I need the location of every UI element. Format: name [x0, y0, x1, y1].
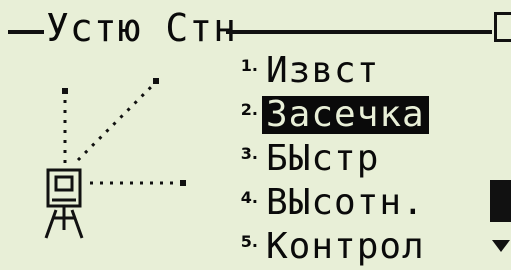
corner-edge-icon: [494, 12, 511, 42]
sight-line-diagonal: [76, 84, 154, 162]
menu-item-height[interactable]: 4. ВЫсотн.: [218, 184, 429, 226]
menu-item-check[interactable]: 5. Контрол: [218, 228, 429, 270]
lock-icon: [490, 180, 511, 222]
scroll-down-icon[interactable]: [492, 240, 510, 252]
title-divider-left: [8, 30, 44, 34]
station-setup-screen: Устю Стн 1. Извст 2. Засечка 3. БЫстр 4.…: [0, 0, 511, 266]
menu-item-quick[interactable]: 3. БЫстр: [218, 140, 383, 182]
menu-item-label: Извст: [266, 50, 380, 91]
menu-item-number: 5.: [240, 232, 258, 251]
menu-item-label: ВЫсотн.: [266, 182, 425, 223]
menu-item-resection[interactable]: 2. Засечка: [218, 96, 429, 138]
menu-item-label: Засечка: [262, 96, 429, 134]
menu-item-number: 1.: [240, 56, 258, 75]
target-point-upper: [62, 88, 68, 94]
menu-item-label: Контрол: [266, 226, 425, 267]
target-point-right: [180, 180, 186, 186]
title-divider-right: [226, 30, 492, 34]
station-setup-diagram-icon: [44, 78, 186, 239]
menu-item-number: 4.: [240, 188, 258, 207]
screen-title: Устю Стн: [46, 6, 238, 50]
menu-item-number: 3.: [240, 144, 258, 163]
menu-item-known[interactable]: 1. Извст: [218, 52, 383, 94]
menu-item-label: БЫстр: [266, 138, 380, 179]
target-point-diagonal: [153, 78, 159, 84]
instrument-icon: [44, 168, 84, 239]
menu-item-number: 2.: [240, 100, 258, 119]
